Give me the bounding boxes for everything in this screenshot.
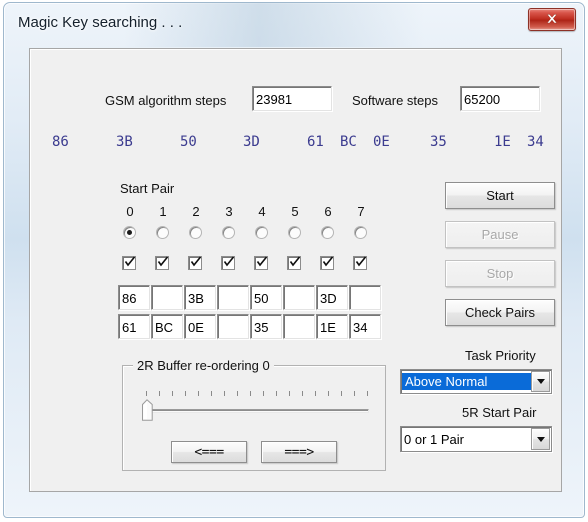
buffer-reordering-group bbox=[122, 365, 386, 471]
window-title: Magic Key searching . . . bbox=[18, 14, 183, 31]
slider-thumb[interactable] bbox=[142, 399, 153, 421]
application-window: Magic Key searching . . . GSM algorithm … bbox=[3, 2, 585, 518]
start-pair-checkbox-5[interactable] bbox=[287, 256, 301, 270]
start-button[interactable]: Start bbox=[445, 182, 555, 209]
start-pair-radio-4[interactable] bbox=[255, 226, 268, 239]
start-pair-5r-label: 5R Start Pair bbox=[462, 405, 537, 420]
start-pair-checkbox-6[interactable] bbox=[320, 256, 334, 270]
byte-field-r1c3[interactable] bbox=[217, 285, 249, 310]
byte-field-r2c7[interactable]: 34 bbox=[349, 314, 381, 339]
buffer-reordering-title: 2R Buffer re-ordering 0 bbox=[133, 358, 274, 373]
key-readout-0: 86 bbox=[52, 134, 69, 150]
key-readout-8: 1E bbox=[494, 134, 511, 150]
title-bar[interactable]: Magic Key searching . . . bbox=[4, 3, 584, 47]
key-readout-2: 50 bbox=[180, 134, 197, 150]
start-pair-checkbox-7[interactable] bbox=[353, 256, 367, 270]
byte-field-r2c6[interactable]: 1E bbox=[316, 314, 348, 339]
task-priority-value: Above Normal bbox=[402, 373, 531, 390]
column-number-1: 1 bbox=[159, 204, 167, 219]
key-readout-5: BC bbox=[340, 134, 357, 150]
start-pair-checkbox-2[interactable] bbox=[188, 256, 202, 270]
start-pair-radio-0[interactable] bbox=[123, 226, 136, 239]
start-pair-checkbox-1[interactable] bbox=[155, 256, 169, 270]
column-number-4: 4 bbox=[258, 204, 266, 219]
byte-field-r1c4[interactable]: 50 bbox=[250, 285, 282, 310]
start-pair-label: Start Pair bbox=[120, 181, 175, 196]
byte-field-r1c0[interactable]: 86 bbox=[118, 285, 150, 310]
start-pair-checkbox-0[interactable] bbox=[122, 256, 136, 270]
byte-field-r1c6[interactable]: 3D bbox=[316, 285, 348, 310]
start-pair-radio-7[interactable] bbox=[354, 226, 367, 239]
check-pairs-button[interactable]: Check Pairs bbox=[445, 299, 555, 326]
gsm-steps-field[interactable]: 23981 bbox=[252, 86, 332, 111]
chevron-down-icon-5r[interactable] bbox=[531, 428, 550, 450]
slider-rail[interactable] bbox=[147, 409, 369, 413]
byte-field-r2c2[interactable]: 0E bbox=[184, 314, 216, 339]
byte-field-r1c1[interactable] bbox=[151, 285, 183, 310]
byte-field-r2c1[interactable]: BC bbox=[151, 314, 183, 339]
client-panel: GSM algorithm steps 23981 Software steps… bbox=[29, 48, 562, 492]
start-pair-radio-3[interactable] bbox=[222, 226, 235, 239]
close-icon[interactable] bbox=[528, 8, 576, 31]
column-number-6: 6 bbox=[324, 204, 332, 219]
start-pair-radio-5[interactable] bbox=[288, 226, 301, 239]
key-readout-6: 0E bbox=[373, 134, 390, 150]
column-number-0: 0 bbox=[126, 204, 134, 219]
start-pair-checkbox-4[interactable] bbox=[254, 256, 268, 270]
start-pair-5r-value: 0 or 1 Pair bbox=[404, 431, 464, 447]
byte-field-r1c2[interactable]: 3B bbox=[184, 285, 216, 310]
task-priority-label: Task Priority bbox=[465, 348, 536, 363]
column-number-7: 7 bbox=[357, 204, 365, 219]
software-steps-field[interactable]: 65200 bbox=[460, 86, 540, 111]
task-priority-dropdown[interactable]: Above Normal bbox=[400, 369, 552, 394]
buffer-prev-button[interactable]: <=== bbox=[171, 441, 247, 463]
software-steps-label: Software steps bbox=[352, 93, 438, 108]
key-readout-7: 35 bbox=[430, 134, 447, 150]
start-pair-checkbox-3[interactable] bbox=[221, 256, 235, 270]
start-pair-5r-dropdown[interactable]: 0 or 1 Pair bbox=[400, 426, 552, 452]
byte-field-r2c3[interactable] bbox=[217, 314, 249, 339]
buffer-next-button[interactable]: ===> bbox=[261, 441, 337, 463]
slider-ticks bbox=[146, 391, 368, 396]
pause-button: Pause bbox=[445, 221, 555, 248]
column-number-5: 5 bbox=[291, 204, 299, 219]
start-pair-radio-6[interactable] bbox=[321, 226, 334, 239]
gsm-steps-label: GSM algorithm steps bbox=[105, 93, 227, 108]
key-readout-4: 61 bbox=[307, 134, 324, 150]
byte-field-r2c5[interactable] bbox=[283, 314, 315, 339]
column-number-3: 3 bbox=[225, 204, 233, 219]
key-readout-1: 3B bbox=[116, 134, 133, 150]
key-readout-3: 3D bbox=[243, 134, 260, 150]
key-readout-9: 34 bbox=[527, 134, 544, 150]
start-pair-radio-2[interactable] bbox=[189, 226, 202, 239]
chevron-down-icon[interactable] bbox=[531, 371, 550, 392]
byte-field-r2c0[interactable]: 61 bbox=[118, 314, 150, 339]
byte-field-r1c5[interactable] bbox=[283, 285, 315, 310]
stop-button: Stop bbox=[445, 260, 555, 287]
column-number-2: 2 bbox=[192, 204, 200, 219]
byte-field-r2c4[interactable]: 35 bbox=[250, 314, 282, 339]
byte-field-r1c7[interactable] bbox=[349, 285, 381, 310]
start-pair-radio-1[interactable] bbox=[156, 226, 169, 239]
